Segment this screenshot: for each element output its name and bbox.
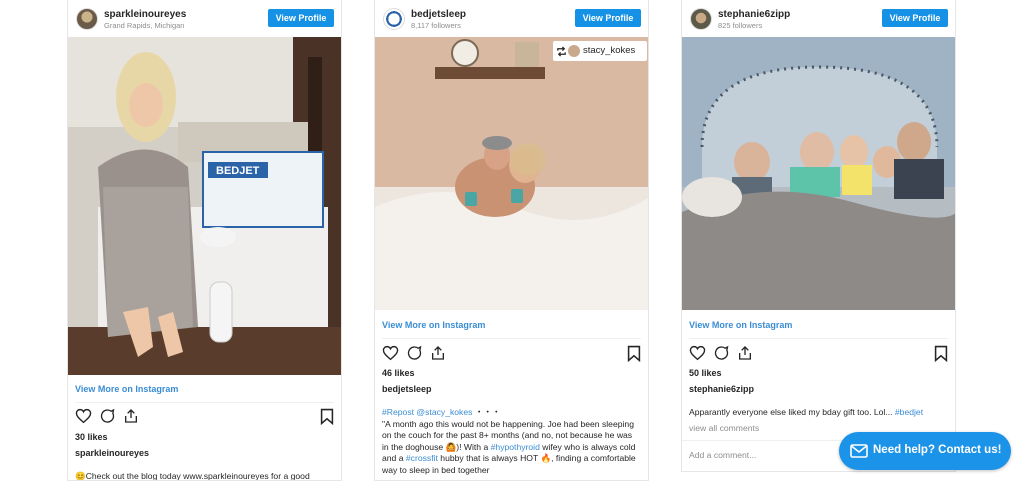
action-bar — [382, 345, 641, 363]
location: Grand Rapids, Michigan — [104, 21, 185, 30]
divider — [689, 338, 948, 339]
contact-us-label: Need help? Contact us! — [873, 444, 1002, 456]
instagram-card-stephanie6zipp: stephanie6zipp 825 followers View Profil… — [681, 0, 956, 472]
repost-username: stacy_kokes — [583, 45, 636, 56]
hashtag-repost[interactable]: #Repost — [382, 407, 414, 417]
post-author[interactable]: stephanie6zipp — [689, 384, 754, 394]
caption-dots: ・・・ — [474, 407, 501, 417]
likes-count: 30 likes — [75, 432, 108, 442]
hashtag-crossfit[interactable]: #crossfit — [406, 453, 438, 463]
repost-icon — [557, 46, 566, 57]
heart-icon[interactable] — [75, 408, 92, 424]
caption-text: Apparantly everyone else liked my bday g… — [689, 407, 895, 417]
repost-avatar — [568, 45, 580, 57]
likes-count: 46 likes — [382, 368, 415, 378]
contact-us-button[interactable]: Need help? Contact us! — [839, 432, 1011, 470]
post-photo[interactable] — [682, 37, 955, 310]
post-author[interactable]: bedjetsleep — [382, 384, 432, 394]
instagram-card-sparkleinoureyes: sparkleinoureyes Grand Rapids, Michigan … — [67, 0, 342, 481]
comment-icon[interactable] — [406, 345, 423, 361]
post-caption: #Repost @stacy_kokes ・・・ "A month ago th… — [382, 407, 639, 476]
heart-icon[interactable] — [689, 345, 706, 361]
post-author[interactable]: sparkleinoureyes — [75, 448, 149, 458]
card-header: sparkleinoureyes Grand Rapids, Michigan … — [68, 0, 341, 36]
view-profile-button[interactable]: View Profile — [575, 9, 641, 27]
view-more-link[interactable]: View More on Instagram — [382, 320, 485, 330]
bookmark-icon[interactable] — [934, 345, 948, 362]
post-photo[interactable]: stacy_kokes — [375, 37, 648, 310]
hashtag-hypothyroid[interactable]: #hypothyroid — [491, 442, 540, 452]
share-icon[interactable] — [123, 408, 139, 424]
follower-count: 8,117 followers — [411, 21, 461, 30]
avatar[interactable] — [383, 8, 405, 30]
message-icon — [850, 444, 868, 458]
view-profile-button[interactable]: View Profile — [882, 9, 948, 27]
likes-count: 50 likes — [689, 368, 722, 378]
follower-count: 825 followers — [718, 21, 763, 30]
view-profile-button[interactable]: View Profile — [268, 9, 334, 27]
divider — [75, 402, 334, 403]
bookmark-icon[interactable] — [320, 408, 334, 425]
action-bar — [689, 345, 948, 363]
heart-icon[interactable] — [382, 345, 399, 361]
post-caption: Apparantly everyone else liked my bday g… — [689, 407, 946, 419]
card-header: bedjetsleep 8,117 followers View Profile — [375, 0, 648, 36]
post-photo[interactable]: BEDJET — [68, 37, 341, 375]
mention-stacy-kokes[interactable]: @stacy_kokes — [416, 407, 472, 417]
avatar[interactable] — [690, 8, 712, 30]
username[interactable]: sparkleinoureyes — [104, 9, 186, 20]
comment-icon[interactable] — [713, 345, 730, 361]
avatar[interactable] — [76, 8, 98, 30]
share-icon[interactable] — [737, 345, 753, 361]
post-caption: 😊Check out the blog today www.sparkleino… — [75, 471, 310, 481]
comment-icon[interactable] — [99, 408, 116, 424]
card-header: stephanie6zipp 825 followers View Profil… — [682, 0, 955, 36]
instagram-card-bedjetsleep: bedjetsleep 8,117 followers View Profile… — [374, 0, 649, 481]
username[interactable]: stephanie6zipp — [718, 9, 790, 20]
username[interactable]: bedjetsleep — [411, 9, 466, 20]
view-more-link[interactable]: View More on Instagram — [689, 320, 792, 330]
divider — [382, 338, 641, 339]
hashtag-bedjet[interactable]: #bedjet — [895, 407, 923, 417]
repost-badge[interactable]: stacy_kokes — [553, 41, 647, 61]
svg-text:BEDJET: BEDJET — [216, 165, 260, 177]
share-icon[interactable] — [430, 345, 446, 361]
view-more-link[interactable]: View More on Instagram — [75, 384, 178, 394]
bookmark-icon[interactable] — [627, 345, 641, 362]
action-bar — [75, 408, 334, 426]
